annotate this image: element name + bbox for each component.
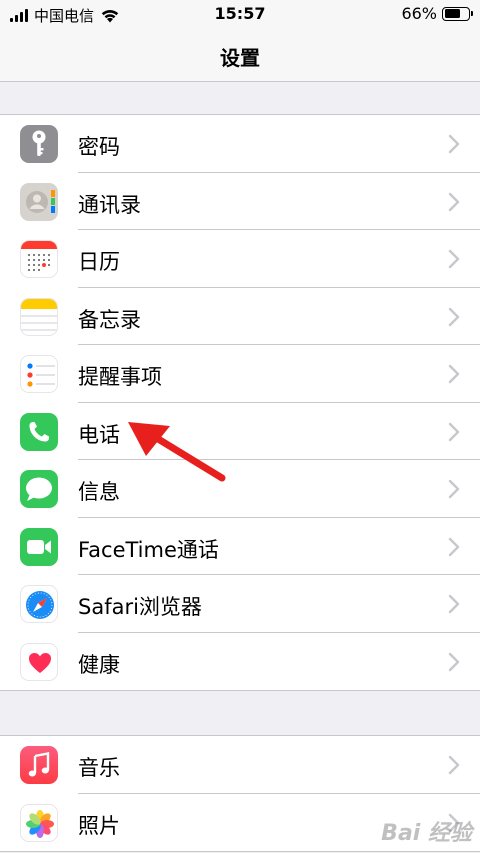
settings-row-label: 提醒事项 [78, 365, 162, 389]
settings-row-passwords[interactable]: 密码 [0, 115, 480, 173]
chevron-right-icon [448, 192, 460, 211]
settings-row-label: 电话 [78, 422, 120, 447]
chevron-right-icon [448, 594, 460, 614]
settings-row-music[interactable]: 音乐 [0, 736, 480, 794]
page-title: 设置 [220, 46, 260, 70]
settings-row-safari[interactable]: Safari浏览器 [0, 575, 480, 633]
settings-row-facetime[interactable]: FaceTime通话 [0, 518, 480, 575]
notes-icon [20, 297, 58, 336]
settings-row-label: 照片 [78, 813, 120, 838]
battery-percent: 66% [401, 4, 437, 23]
phone-icon [20, 412, 58, 451]
settings-row-health[interactable]: 健康 [0, 633, 480, 691]
photos-icon [20, 803, 58, 842]
chevron-right-icon [448, 364, 460, 384]
settings-row-reminders[interactable]: 提醒事项 [0, 345, 480, 403]
settings-row-calendar[interactable]: 日历 [0, 230, 480, 288]
health-icon [20, 642, 58, 681]
chevron-right-icon [448, 134, 460, 154]
facetime-icon [20, 527, 58, 566]
music-icon [20, 746, 58, 784]
calendar-icon [20, 240, 58, 278]
watermark-logo: Bai 经验 [381, 821, 472, 846]
settings-group-apps: 密码 通讯录 日历 备忘录 提醒事项 电话 信息 FaceTime通话 Safa… [0, 114, 480, 691]
chevron-right-icon [448, 307, 460, 326]
settings-row-label: 备忘录 [78, 307, 141, 332]
settings-row-messages[interactable]: 信息 [0, 460, 480, 518]
status-bar: 中国电信 15:57 66% [0, 0, 480, 28]
chevron-right-icon [448, 422, 460, 441]
contacts-icon [20, 182, 58, 221]
chevron-right-icon [448, 652, 460, 671]
settings-row-label: 健康 [78, 652, 120, 677]
chevron-right-icon [448, 479, 460, 499]
safari-icon [20, 585, 58, 623]
chevron-right-icon [448, 249, 460, 269]
navigation-bar: 设置 [0, 28, 480, 82]
settings-row-label: Safari浏览器 [78, 595, 202, 619]
settings-row-label: FaceTime通话 [78, 537, 219, 562]
chevron-right-icon [448, 755, 460, 775]
settings-row-label: 密码 [78, 135, 120, 159]
settings-row-contacts[interactable]: 通讯录 [0, 173, 480, 230]
settings-row-label: 信息 [78, 480, 120, 504]
chevron-right-icon [448, 537, 460, 556]
messages-icon [20, 470, 58, 508]
settings-row-notes[interactable]: 备忘录 [0, 288, 480, 345]
reminders-icon [20, 355, 58, 393]
status-right: 66% [401, 4, 473, 23]
settings-row-label: 日历 [78, 250, 120, 274]
key-icon [20, 125, 58, 163]
settings-row-label: 音乐 [78, 756, 120, 780]
settings-row-label: 通讯录 [78, 192, 141, 217]
settings-row-phone[interactable]: 电话 [0, 403, 480, 460]
battery-icon [442, 6, 473, 21]
